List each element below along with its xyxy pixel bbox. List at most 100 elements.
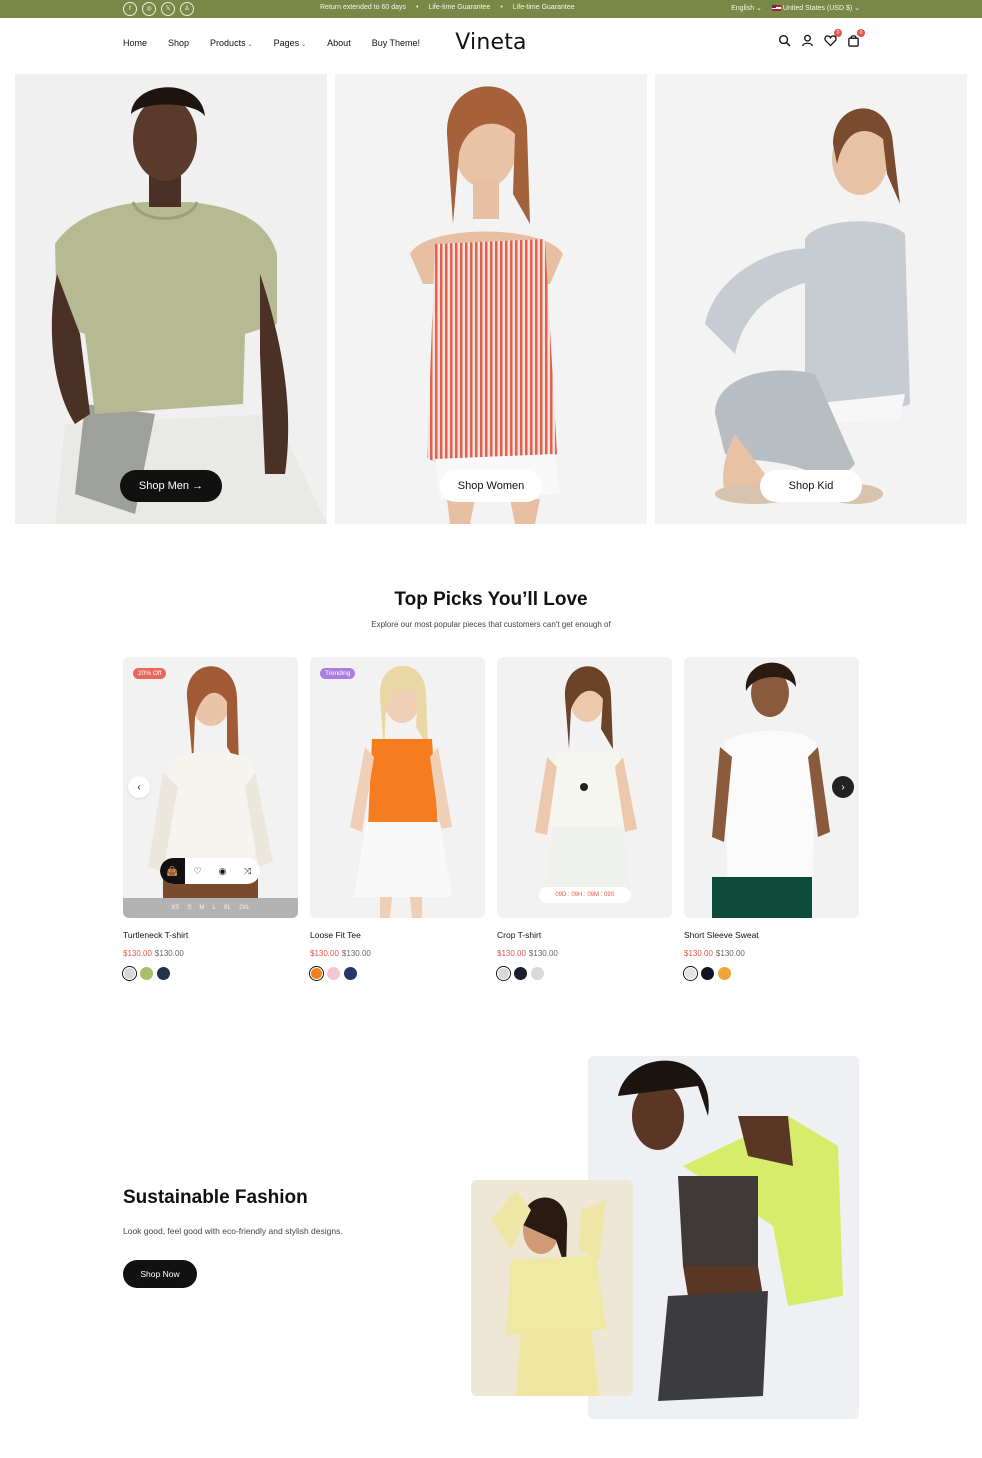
user-icon[interactable] bbox=[801, 34, 814, 47]
arrow-right-icon: → bbox=[192, 480, 204, 492]
old-price: $130.00 bbox=[341, 949, 371, 958]
announcement-item: Return extended to 60 days bbox=[320, 4, 407, 11]
product-name[interactable]: Crop T-shirt bbox=[497, 930, 672, 940]
old-price: $130.00 bbox=[154, 949, 184, 958]
currency-label: United States (USD $) bbox=[782, 5, 853, 12]
old-price: $130.00 bbox=[715, 949, 745, 958]
chevron-down-icon: ⌄ bbox=[756, 5, 762, 12]
trending-badge: Trending bbox=[320, 668, 356, 679]
quick-view-button[interactable]: ◉ bbox=[210, 858, 235, 884]
us-flag-icon bbox=[771, 5, 781, 11]
carousel-next-button[interactable]: › bbox=[832, 776, 854, 798]
hero-tile-men[interactable]: Shop Men → bbox=[15, 74, 327, 524]
sale-countdown: 09D : 09H : 09M : 09S bbox=[539, 887, 631, 903]
sustainable-subtitle: Look good, feel good with eco-friendly a… bbox=[123, 1226, 343, 1236]
announcement-text: Return extended to 60 days • Life-time G… bbox=[320, 4, 575, 11]
size-option[interactable]: S bbox=[187, 905, 191, 911]
site-header: Home Shop Products ⌄ Pages ⌄ About Buy The… bbox=[0, 18, 982, 72]
top-picks-title: Top Picks You’ll Love bbox=[394, 589, 588, 610]
color-swatch[interactable] bbox=[157, 967, 170, 980]
separator-dot: • bbox=[500, 4, 503, 11]
product-photo bbox=[310, 657, 485, 918]
language-select[interactable]: English ⌄ bbox=[731, 4, 762, 12]
quick-actions: 👜 ♡ ◉ ⤨ bbox=[160, 858, 260, 884]
chevron-right-icon: › bbox=[841, 781, 845, 793]
men-model-image bbox=[15, 74, 327, 524]
color-swatch[interactable] bbox=[327, 967, 340, 980]
sustainable-secondary-image bbox=[471, 1180, 633, 1396]
product-image[interactable]: Trending bbox=[310, 657, 485, 918]
shop-women-button[interactable]: Shop Women bbox=[440, 470, 542, 502]
sale-price: $130.00 bbox=[310, 949, 339, 958]
color-swatches bbox=[310, 967, 485, 980]
shuffle-icon: ⤨ bbox=[243, 865, 252, 876]
chevron-down-icon: ⌄ bbox=[854, 5, 860, 12]
wishlist-button[interactable]: 0 bbox=[824, 29, 842, 47]
color-swatch[interactable] bbox=[123, 967, 136, 980]
add-to-wishlist-button[interactable]: ♡ bbox=[185, 858, 210, 884]
product-name[interactable]: Short Sleeve Sweat bbox=[684, 930, 859, 940]
color-swatches bbox=[497, 967, 672, 980]
hero-tile-women[interactable]: Shop Women bbox=[335, 74, 647, 524]
size-options: XS S M L XL 2XL bbox=[123, 898, 298, 918]
product-price: $130.00 $130.00 bbox=[310, 949, 485, 958]
social-links: f ◎ 𝕏 ♙ bbox=[123, 2, 194, 16]
currency-select[interactable]: United States (USD $) ⌄ bbox=[771, 4, 860, 12]
shop-kid-button[interactable]: Shop Kid bbox=[760, 470, 862, 502]
sale-price: $130.00 bbox=[123, 949, 152, 958]
color-swatch[interactable] bbox=[531, 967, 544, 980]
shop-now-button[interactable]: Shop Now bbox=[123, 1260, 197, 1288]
add-to-cart-button[interactable]: 👜 bbox=[160, 858, 185, 884]
color-swatch[interactable] bbox=[514, 967, 527, 980]
product-card[interactable]: Trending Loose Fit Tee $130.00 $130.00 bbox=[310, 657, 485, 980]
snapchat-icon[interactable]: ♙ bbox=[180, 2, 194, 16]
announcement-item: Life-time Guarantee bbox=[512, 4, 575, 11]
sustainable-title: Sustainable Fashion bbox=[123, 1187, 308, 1208]
shop-kid-label: Shop Kid bbox=[788, 480, 834, 492]
sale-price: $130.00 bbox=[684, 949, 713, 958]
product-price: $130.00 $130.00 bbox=[684, 949, 859, 958]
size-option[interactable]: M bbox=[199, 905, 204, 911]
color-swatch[interactable] bbox=[140, 967, 153, 980]
instagram-icon[interactable]: ◎ bbox=[142, 2, 156, 16]
eye-icon: ◉ bbox=[218, 865, 227, 876]
hero-tile-kid[interactable]: Shop Kid bbox=[655, 74, 967, 524]
search-icon[interactable] bbox=[778, 34, 791, 47]
color-swatches bbox=[123, 967, 298, 980]
size-option[interactable]: XS bbox=[171, 905, 179, 911]
shop-men-button[interactable]: Shop Men → bbox=[120, 470, 222, 502]
shop-men-label: Shop Men bbox=[138, 480, 190, 492]
product-card[interactable]: Short Sleeve Sweat $130.00 $130.00 bbox=[684, 657, 859, 980]
compare-button[interactable]: ⤨ bbox=[235, 858, 260, 884]
product-price: $130.00 $130.00 bbox=[497, 949, 672, 958]
color-swatch[interactable] bbox=[310, 967, 323, 980]
wishlist-count-badge: 0 bbox=[834, 29, 842, 37]
product-card[interactable]: 09D : 09H : 09M : 09S Crop T-shirt $130.… bbox=[497, 657, 672, 980]
carousel-prev-button[interactable]: ‹ bbox=[128, 776, 150, 798]
top-picks-subtitle: Explore our most popular pieces that cus… bbox=[371, 620, 611, 629]
announcement-bar: f ◎ 𝕏 ♙ Return extended to 60 days • Lif… bbox=[0, 0, 982, 18]
announcement-item: Life-time Guarantee bbox=[428, 4, 491, 11]
cart-button[interactable]: 0 bbox=[847, 29, 865, 47]
language-label: English bbox=[731, 5, 755, 12]
color-swatch[interactable] bbox=[701, 967, 714, 980]
women-model-image bbox=[335, 74, 647, 524]
color-swatch[interactable] bbox=[344, 967, 357, 980]
product-image[interactable]: 09D : 09H : 09M : 09S bbox=[497, 657, 672, 918]
color-swatch[interactable] bbox=[718, 967, 731, 980]
product-name[interactable]: Turtleneck T-shirt bbox=[123, 930, 298, 940]
bag-icon: 👜 bbox=[166, 865, 179, 876]
color-swatch[interactable] bbox=[497, 967, 510, 980]
model-photo bbox=[471, 1180, 633, 1396]
color-swatches bbox=[684, 967, 859, 980]
product-name[interactable]: Loose Fit Tee bbox=[310, 930, 485, 940]
size-option[interactable]: 2XL bbox=[239, 905, 250, 911]
facebook-icon[interactable]: f bbox=[123, 2, 137, 16]
size-option[interactable]: L bbox=[212, 905, 215, 911]
product-card[interactable]: 20% Off 👜 ♡ ◉ ⤨ XS S M L XL 2XL Turtlene… bbox=[123, 657, 298, 980]
x-icon[interactable]: 𝕏 bbox=[161, 2, 175, 16]
color-swatch[interactable] bbox=[684, 967, 697, 980]
discount-badge: 20% Off bbox=[133, 668, 167, 679]
cart-count-badge: 0 bbox=[857, 29, 865, 37]
size-option[interactable]: XL bbox=[224, 905, 231, 911]
